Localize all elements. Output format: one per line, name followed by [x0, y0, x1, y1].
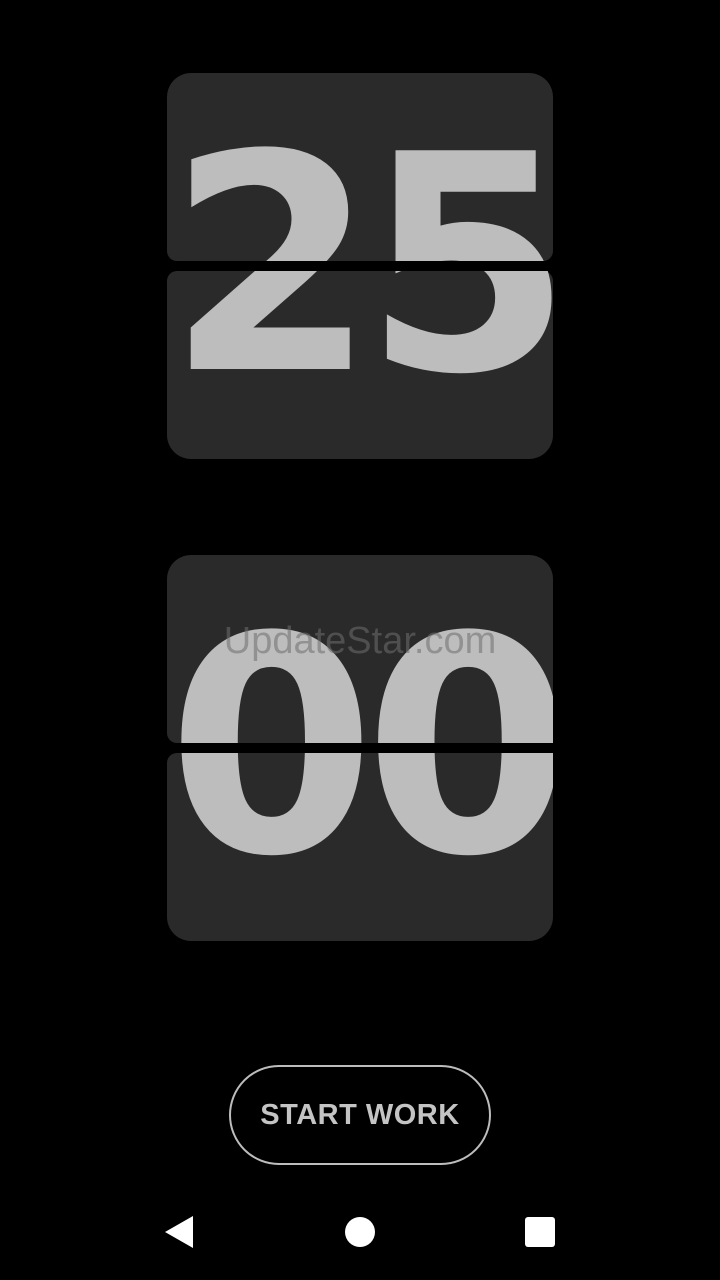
- watermark: UpdateStar.com: [223, 620, 497, 662]
- pomodoro-screen: 25 00 UpdateStar.com START WORK: [0, 0, 720, 1280]
- nav-back-button[interactable]: [120, 1184, 240, 1280]
- home-icon: [345, 1217, 375, 1247]
- minutes-card-divider: [167, 261, 553, 271]
- minutes-flip-card: 25: [167, 73, 553, 459]
- nav-recents-button[interactable]: [480, 1184, 600, 1280]
- nav-home-button[interactable]: [300, 1184, 420, 1280]
- start-work-button[interactable]: START WORK: [229, 1065, 491, 1165]
- seconds-flip-card: 00: [167, 555, 553, 941]
- system-navigation-bar: [0, 1184, 720, 1280]
- recents-icon: [525, 1217, 555, 1247]
- seconds-card-divider: [167, 743, 553, 753]
- back-icon: [165, 1216, 193, 1248]
